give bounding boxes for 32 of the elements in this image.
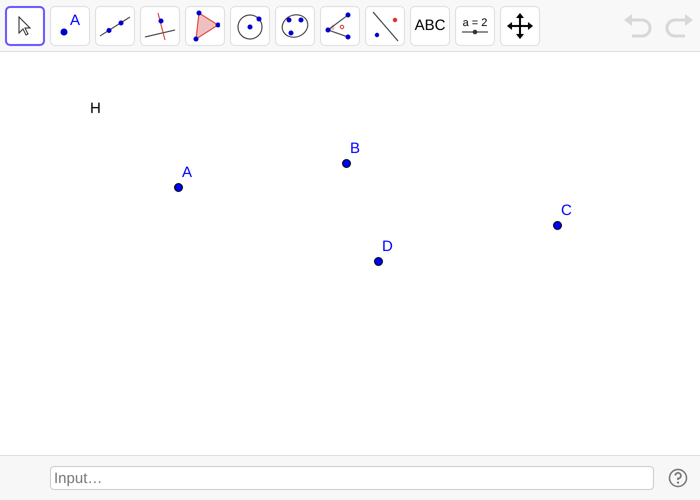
input-field[interactable]: Input…	[50, 466, 654, 490]
redo-icon	[663, 14, 693, 38]
cursor-arrow-icon	[17, 14, 33, 36]
reflect-tool-button[interactable]	[365, 6, 405, 46]
conic-tool-button[interactable]	[275, 6, 315, 46]
slider-tool-button[interactable]: a = 2	[455, 6, 495, 46]
polygon-tool-button[interactable]	[185, 6, 225, 46]
point-tool-button[interactable]: A	[50, 6, 90, 46]
canvas-text: H	[90, 101, 101, 117]
point-icon	[60, 28, 68, 36]
point-label: A	[182, 165, 192, 181]
point[interactable]	[374, 256, 382, 266]
circle-tool-button[interactable]	[230, 6, 270, 46]
angle-tool-button[interactable]	[320, 6, 360, 46]
move-view-tool-button[interactable]	[500, 6, 540, 46]
point[interactable]	[552, 220, 562, 230]
point-label: C	[561, 203, 572, 219]
text-tool-button[interactable]: ABC	[410, 6, 450, 46]
point[interactable]	[342, 158, 350, 168]
line-tool-button[interactable]	[95, 6, 135, 46]
perpendicular-line-icon	[143, 10, 177, 40]
point-label: B	[350, 141, 360, 157]
point-label: D	[382, 239, 393, 255]
help-button[interactable]	[668, 468, 688, 488]
perpendicular-tool-button[interactable]	[140, 6, 180, 46]
slider-icon	[462, 28, 488, 34]
four-way-arrow-icon	[507, 12, 533, 38]
move-tool-button[interactable]	[5, 6, 45, 46]
help-icon	[668, 468, 688, 488]
point[interactable]	[174, 182, 182, 192]
point-tool-label: A	[70, 12, 80, 29]
undo-icon	[624, 14, 654, 38]
